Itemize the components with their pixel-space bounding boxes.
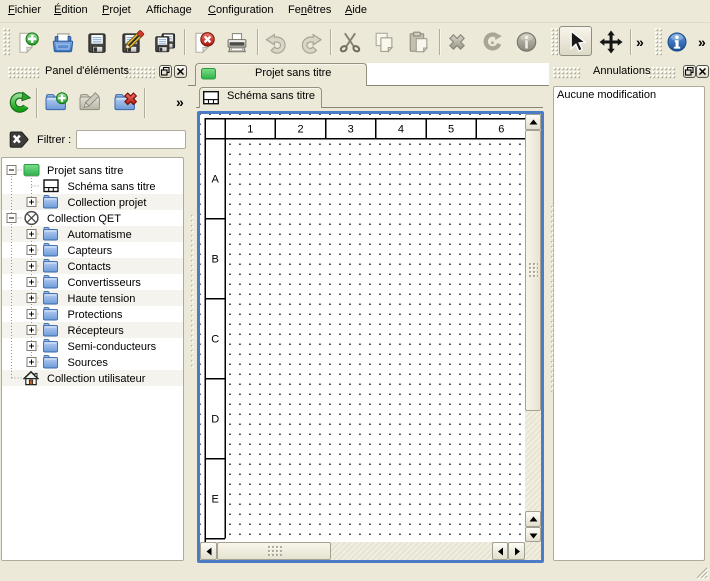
svg-text:Haute tension: Haute tension (68, 293, 136, 305)
svg-text:Collection QET: Collection QET (47, 213, 121, 225)
svg-text:Protections: Protections (68, 309, 124, 321)
svg-text:C: C (211, 333, 219, 345)
svg-text:Collection projet: Collection projet (68, 197, 147, 209)
svg-text:Schéma sans titre: Schéma sans titre (68, 181, 156, 193)
svg-text:Automatisme: Automatisme (68, 229, 132, 241)
svg-text:B: B (211, 253, 218, 265)
svg-text:4: 4 (397, 123, 403, 135)
svg-text:A: A (211, 173, 219, 185)
svg-text:D: D (211, 413, 219, 425)
svg-text:Sources: Sources (68, 357, 109, 369)
svg-text:Contacts: Contacts (68, 261, 112, 273)
svg-text:Récepteurs: Récepteurs (68, 325, 125, 337)
svg-text:3: 3 (347, 123, 353, 135)
svg-text:Semi-conducteurs: Semi-conducteurs (68, 341, 157, 353)
svg-text:Convertisseurs: Convertisseurs (68, 277, 142, 289)
svg-text:Collection utilisateur: Collection utilisateur (47, 373, 146, 385)
svg-text:»: » (636, 34, 644, 50)
svg-text:6: 6 (498, 123, 504, 135)
svg-text:E: E (211, 493, 218, 505)
svg-text:»: » (698, 34, 706, 50)
svg-text:2: 2 (297, 123, 303, 135)
svg-text:Projet sans titre: Projet sans titre (47, 165, 123, 177)
svg-text:Capteurs: Capteurs (68, 245, 113, 257)
svg-text:1: 1 (247, 123, 253, 135)
svg-text:5: 5 (448, 123, 454, 135)
